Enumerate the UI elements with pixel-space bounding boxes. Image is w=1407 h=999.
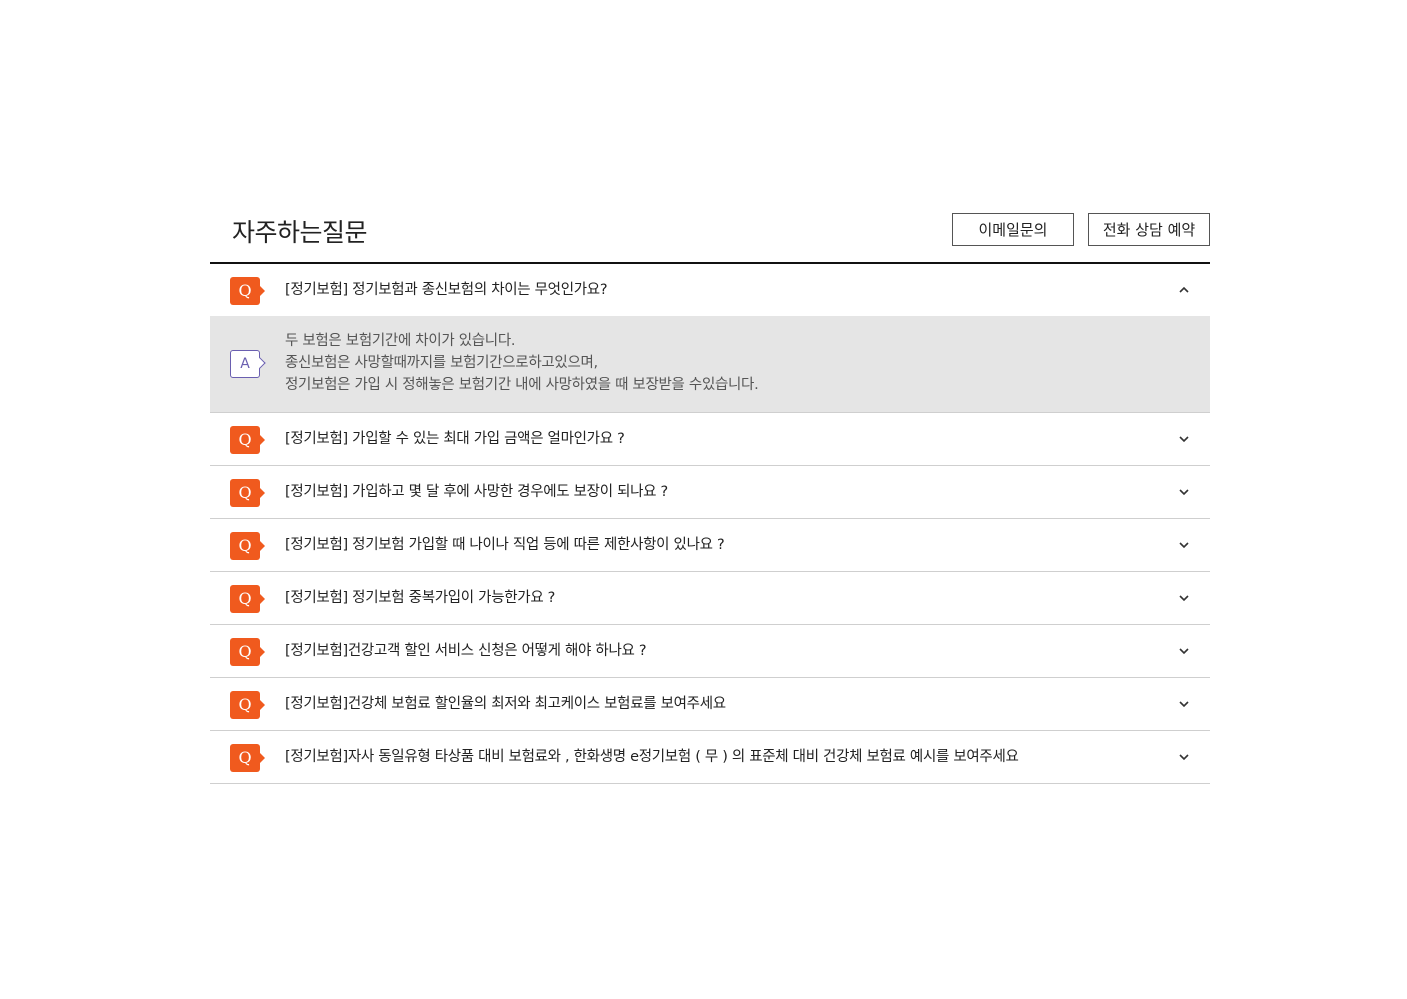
chevron-down-icon[interactable] (1178, 539, 1190, 551)
chevron-up-icon[interactable] (1178, 284, 1190, 296)
faq-header: 자주하는질문 이메일문의 전화 상담 예약 (210, 205, 1210, 264)
faq-question: [정기보험] 가입할 수 있는 최대 가입 금액은 얼마인가요 ? (285, 431, 625, 447)
email-inquiry-button[interactable]: 이메일문의 (952, 213, 1074, 246)
answer-line: 정기보험은 가입 시 정해놓은 보험기간 내에 사망하였을 때 보장받을 수있습… (285, 377, 759, 393)
faq-question: [정기보험] 정기보험 중복가입이 가능한가요 ? (285, 590, 556, 606)
faq-question: [정기보험]자사 동일유형 타상품 대비 보험료와 , 한화생명 e정기보험 (… (285, 749, 1019, 765)
faq-answer: A 두 보험은 보험기간에 차이가 있습니다. 종신보험은 사망할때까지를 보험… (210, 316, 1210, 413)
answer-line: 종신보험은 사망할때까지를 보험기간으로하고있으며, (285, 355, 598, 371)
question-badge-icon: Q (230, 532, 265, 560)
faq-item[interactable]: Q [정기보험]자사 동일유형 타상품 대비 보험료와 , 한화생명 e정기보험… (210, 731, 1210, 784)
question-badge-icon: Q (230, 277, 265, 305)
faq-question: [정기보험] 정기보험 가입할 때 나이나 직업 등에 따른 제한사항이 있나요… (285, 537, 725, 553)
question-badge-icon: Q (230, 691, 265, 719)
faq-item[interactable]: Q [정기보험]건강체 보험료 할인율의 최저와 최고케이스 보험료를 보여주세… (210, 678, 1210, 731)
faq-question: [정기보험]건강고객 할인 서비스 신청은 어떻게 해야 하나요 ? (285, 643, 647, 659)
chevron-down-icon[interactable] (1178, 486, 1190, 498)
answer-line: 두 보험은 보험기간에 차이가 있습니다. (285, 333, 516, 349)
phone-consult-button[interactable]: 전화 상담 예약 (1088, 213, 1210, 246)
page-title: 자주하는질문 (232, 218, 368, 247)
faq-question: [정기보험] 가입하고 몇 달 후에 사망한 경우에도 보장이 되나요 ? (285, 484, 668, 500)
question-badge-icon: Q (230, 744, 265, 772)
question-badge-icon: Q (230, 585, 265, 613)
faq-item[interactable]: Q [정기보험] 가입하고 몇 달 후에 사망한 경우에도 보장이 되나요 ? (210, 466, 1210, 519)
answer-text: 두 보험은 보험기간에 차이가 있습니다. 종신보험은 사망할때까지를 보험기간… (285, 330, 759, 396)
faq-item[interactable]: Q [정기보험]건강고객 할인 서비스 신청은 어떻게 해야 하나요 ? (210, 625, 1210, 678)
faq-item-open[interactable]: Q [정기보험] 정기보험과 종신보험의 차이는 무엇인가요? (210, 264, 1210, 316)
faq-item[interactable]: Q [정기보험] 가입할 수 있는 최대 가입 금액은 얼마인가요 ? (210, 413, 1210, 466)
chevron-down-icon[interactable] (1178, 433, 1190, 445)
chevron-down-icon[interactable] (1178, 751, 1190, 763)
chevron-down-icon[interactable] (1178, 698, 1190, 710)
faq-question: [정기보험]건강체 보험료 할인율의 최저와 최고케이스 보험료를 보여주세요 (285, 696, 726, 712)
question-badge-icon: Q (230, 638, 265, 666)
faq-item[interactable]: Q [정기보험] 정기보험 가입할 때 나이나 직업 등에 따른 제한사항이 있… (210, 519, 1210, 572)
question-badge-icon: Q (230, 426, 265, 454)
faq-question: [정기보험] 정기보험과 종신보험의 차이는 무엇인가요? (285, 282, 608, 298)
chevron-down-icon[interactable] (1178, 645, 1190, 657)
chevron-down-icon[interactable] (1178, 592, 1190, 604)
faq-item[interactable]: Q [정기보험] 정기보험 중복가입이 가능한가요 ? (210, 572, 1210, 625)
question-badge-icon: Q (230, 479, 265, 507)
faq-section: 자주하는질문 이메일문의 전화 상담 예약 Q [정기보험] 정기보험과 종신보… (210, 205, 1210, 784)
answer-badge-icon: A (230, 350, 260, 378)
